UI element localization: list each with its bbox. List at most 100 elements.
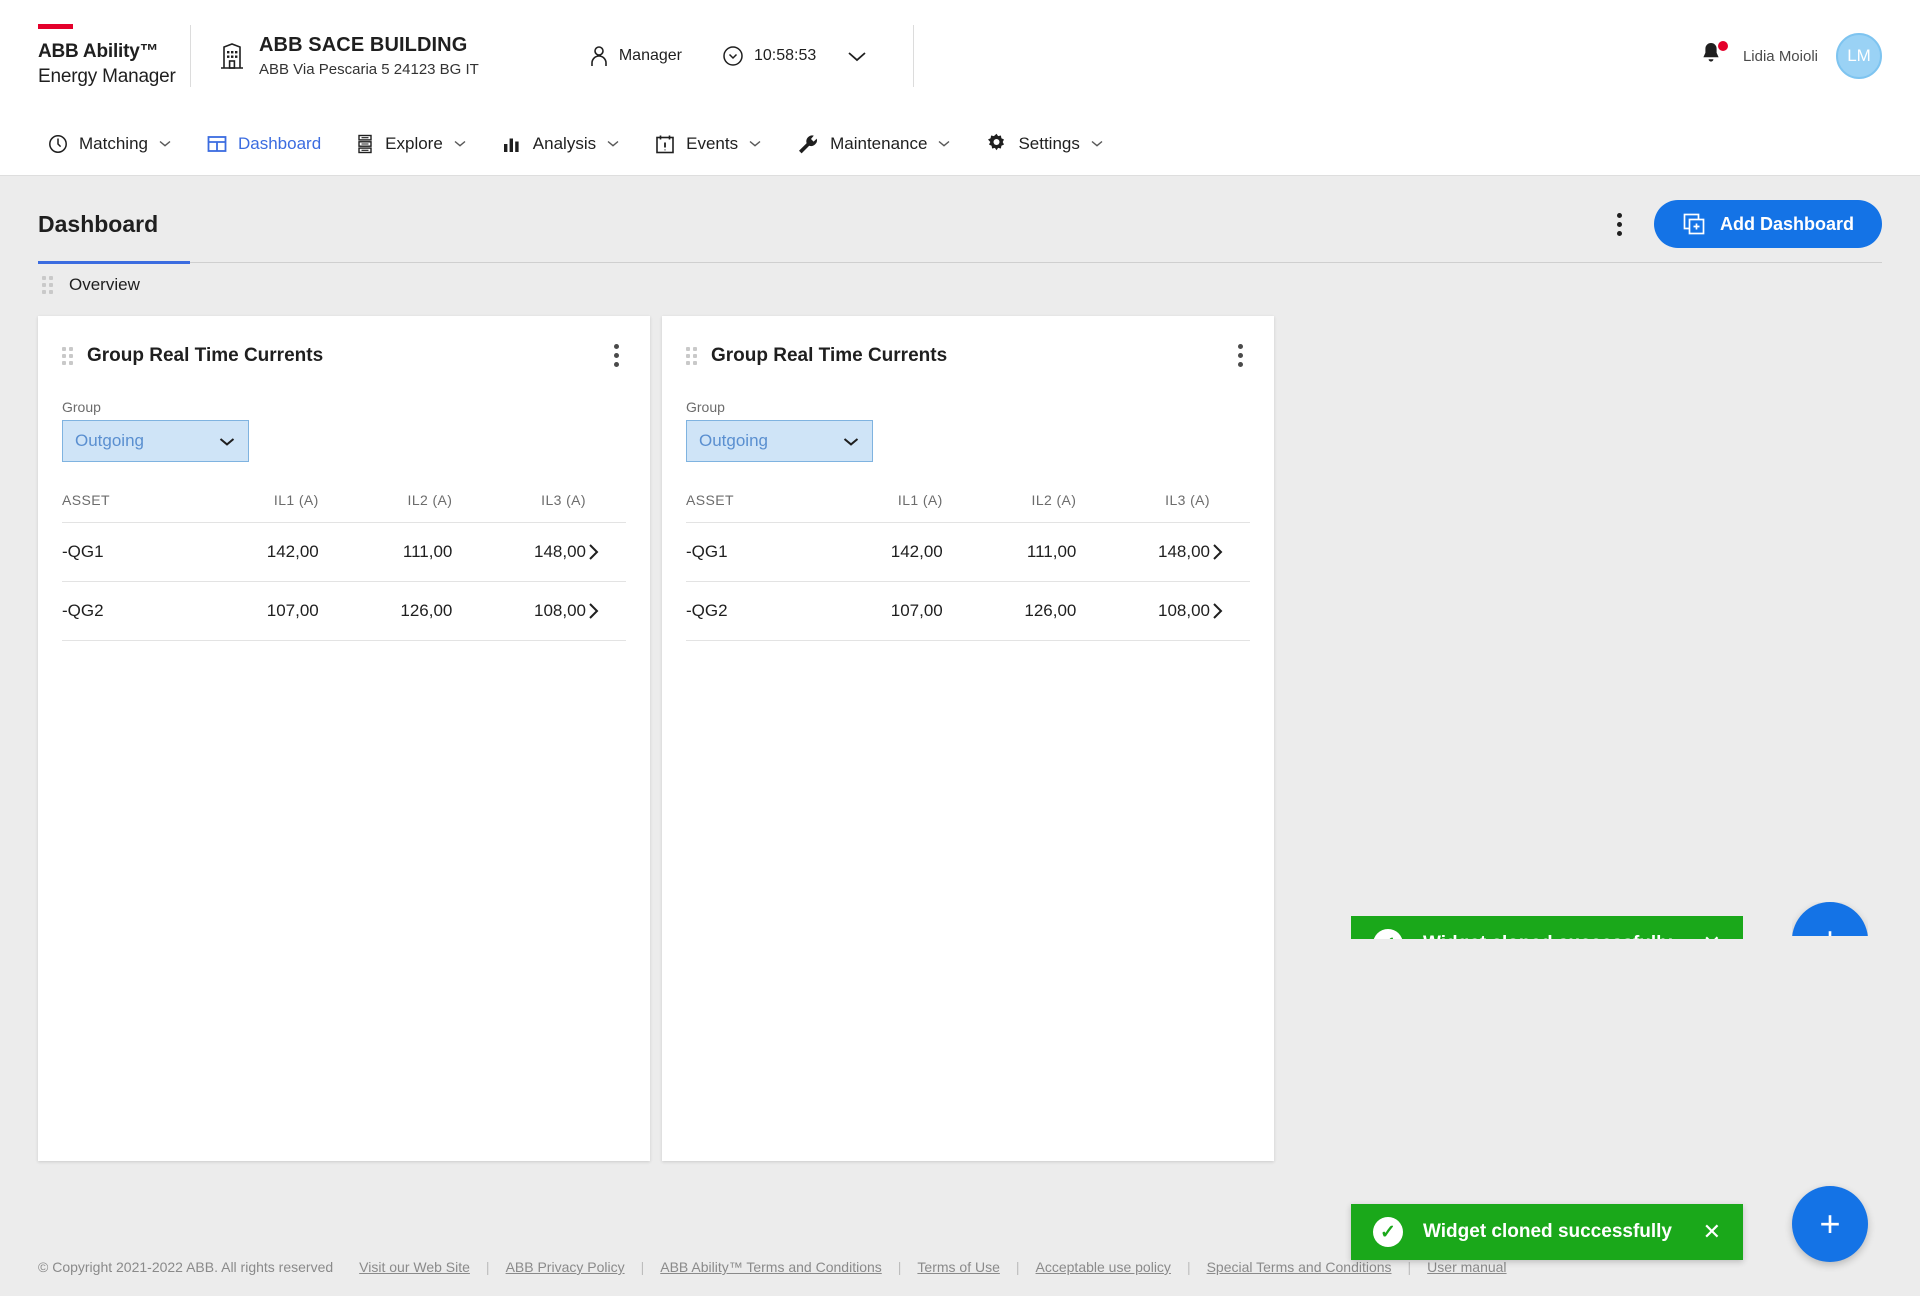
- copyright-text: © Copyright 2021-2022 ABB. All rights re…: [38, 1259, 334, 1275]
- chevron-down-icon: [937, 139, 951, 148]
- brand-line-1: ABB Ability™: [38, 41, 159, 62]
- nav-label: Events: [686, 133, 739, 153]
- col-il1: IL1 (A): [185, 492, 319, 523]
- chevron-down-icon: [158, 139, 172, 148]
- cell-il1: 107,00: [185, 581, 319, 641]
- chevron-right-icon[interactable]: [586, 522, 626, 582]
- col-arrow: [586, 492, 626, 523]
- nav-item-maintenance[interactable]: Maintenance: [779, 112, 968, 175]
- cell-il2: 111,00: [942, 522, 1077, 582]
- nav-item-analysis[interactable]: Analysis: [484, 112, 637, 175]
- check-circle-icon: ✓: [1373, 1217, 1403, 1247]
- dashboard-icon: [206, 133, 228, 155]
- group-field-label: Group: [62, 399, 101, 415]
- cell-il3: 148,00: [452, 522, 586, 582]
- maintenance-icon: [796, 133, 820, 155]
- page-title: Dashboard: [38, 210, 159, 237]
- chevron-right-icon[interactable]: [586, 581, 626, 641]
- chevron-down-icon: [218, 436, 236, 447]
- cell-il1: 142,00: [185, 522, 319, 582]
- footer-separator: |: [1407, 1259, 1412, 1275]
- site-name: ABB SACE BUILDING: [259, 34, 468, 56]
- site-selector[interactable]: ABB SACE BUILDING ABB Via Pescaria 5 241…: [191, 34, 479, 78]
- nav-label: Explore: [385, 133, 443, 153]
- site-address: ABB Via Pescaria 5 24123 BG IT: [259, 61, 479, 78]
- avatar[interactable]: LM: [1836, 33, 1882, 79]
- chevron-right-icon[interactable]: [1210, 581, 1250, 641]
- explore-icon: [355, 133, 375, 155]
- nav-item-matching[interactable]: Matching: [30, 112, 189, 175]
- nav-item-explore[interactable]: Explore: [338, 112, 484, 175]
- footer-link-website[interactable]: Visit our Web Site: [359, 1259, 470, 1275]
- drag-grip-icon[interactable]: [42, 275, 53, 294]
- user-icon: [589, 45, 609, 67]
- currents-table: ASSET IL1 (A) IL2 (A) IL3 (A) -QG1 142,0…: [62, 492, 626, 641]
- cell-il3: 108,00: [452, 581, 586, 641]
- nav-label: Maintenance: [830, 133, 928, 153]
- nav-item-dashboard[interactable]: Dashboard: [189, 112, 338, 175]
- cell-asset: -QG1: [686, 522, 810, 582]
- footer-link-acceptable-use-policy[interactable]: Acceptable use policy: [1036, 1259, 1171, 1275]
- notification-badge: [1717, 41, 1728, 51]
- footer-link-terms-and-conditions[interactable]: ABB Ability™ Terms and Conditions: [660, 1259, 882, 1275]
- cell-il1: 142,00: [809, 522, 943, 582]
- toast-notification: ✓ Widget cloned successfully ✕: [1351, 1204, 1743, 1260]
- footer-link-special-terms[interactable]: Special Terms and Conditions: [1207, 1259, 1392, 1275]
- kebab-menu-icon[interactable]: [1610, 207, 1630, 242]
- tab-label: Overview: [69, 274, 140, 294]
- events-icon: [654, 133, 676, 155]
- add-dashboard-button[interactable]: Add Dashboard: [1653, 200, 1882, 248]
- nav-label: Analysis: [532, 133, 597, 153]
- table-row[interactable]: -QG2 107,00 126,00 108,00: [686, 581, 1250, 641]
- chevron-down-icon: [1090, 139, 1104, 148]
- add-widget-fab[interactable]: +: [1792, 1186, 1868, 1262]
- widget-grid: Group Real Time Currents Group Outgoing: [0, 306, 1920, 1161]
- footer-link-user-manual[interactable]: User manual: [1427, 1259, 1506, 1275]
- widget-header: Group Real Time Currents: [686, 338, 1250, 373]
- page-content: Dashboard Add Dashboard Overview Group R…: [0, 176, 1920, 1296]
- table-row[interactable]: -QG2 107,00 126,00 108,00: [62, 581, 626, 641]
- role-indicator[interactable]: Manager: [589, 45, 682, 67]
- drag-grip-icon[interactable]: [62, 346, 73, 365]
- user-menu[interactable]: Lidia Moioli LM: [1699, 33, 1882, 79]
- chevron-down-icon[interactable]: [846, 49, 868, 63]
- group-field: Group Outgoing: [62, 399, 626, 462]
- col-il3: IL3 (A): [1076, 492, 1210, 523]
- chevron-down-icon: [453, 139, 467, 148]
- group-select-value: Outgoing: [75, 431, 144, 450]
- table-row[interactable]: -QG1 142,00 111,00 148,00: [686, 522, 1250, 582]
- footer-separator: |: [485, 1259, 490, 1275]
- footer-link-privacy-policy[interactable]: ABB Privacy Policy: [506, 1259, 625, 1275]
- cell-asset: -QG1: [62, 522, 186, 582]
- col-il2: IL2 (A): [318, 492, 453, 523]
- group-select[interactable]: Outgoing: [686, 420, 873, 462]
- cell-il1: 107,00: [809, 581, 943, 641]
- brand-line-2: Energy Manager: [38, 66, 176, 87]
- clock-indicator[interactable]: 10:58:53: [722, 45, 816, 67]
- footer-link-terms-of-use[interactable]: Terms of Use: [917, 1259, 999, 1275]
- group-select[interactable]: Outgoing: [62, 420, 249, 462]
- table-row[interactable]: -QG1 142,00 111,00 148,00: [62, 522, 626, 582]
- nav-label: Settings: [1018, 133, 1080, 153]
- active-tab-indicator: [38, 261, 190, 264]
- kebab-menu-icon[interactable]: [606, 338, 626, 373]
- page-header: Dashboard Add Dashboard: [0, 176, 1920, 248]
- bell-icon[interactable]: [1699, 41, 1728, 71]
- nav-item-events[interactable]: Events: [637, 112, 779, 175]
- cell-il3: 148,00: [1076, 522, 1210, 582]
- chevron-right-icon[interactable]: [1210, 522, 1250, 582]
- kebab-menu-icon[interactable]: [1230, 338, 1250, 373]
- widget-header: Group Real Time Currents: [62, 338, 626, 373]
- plus-icon: +: [1819, 1203, 1841, 1244]
- close-icon[interactable]: ✕: [1703, 1221, 1721, 1243]
- header-divider-2: [913, 25, 915, 87]
- chevron-down-icon: [606, 139, 620, 148]
- drag-grip-icon[interactable]: [686, 346, 697, 365]
- brand-logo[interactable]: ABB Ability™ Energy Manager: [0, 24, 190, 88]
- cell-il2: 111,00: [318, 522, 453, 582]
- toast-message: Widget cloned successfully: [1423, 1221, 1673, 1242]
- nav-item-settings[interactable]: Settings: [968, 112, 1120, 175]
- tab-overview[interactable]: Overview: [38, 263, 1882, 306]
- add-dashboard-label: Add Dashboard: [1719, 213, 1854, 234]
- chevron-down-icon: [748, 139, 762, 148]
